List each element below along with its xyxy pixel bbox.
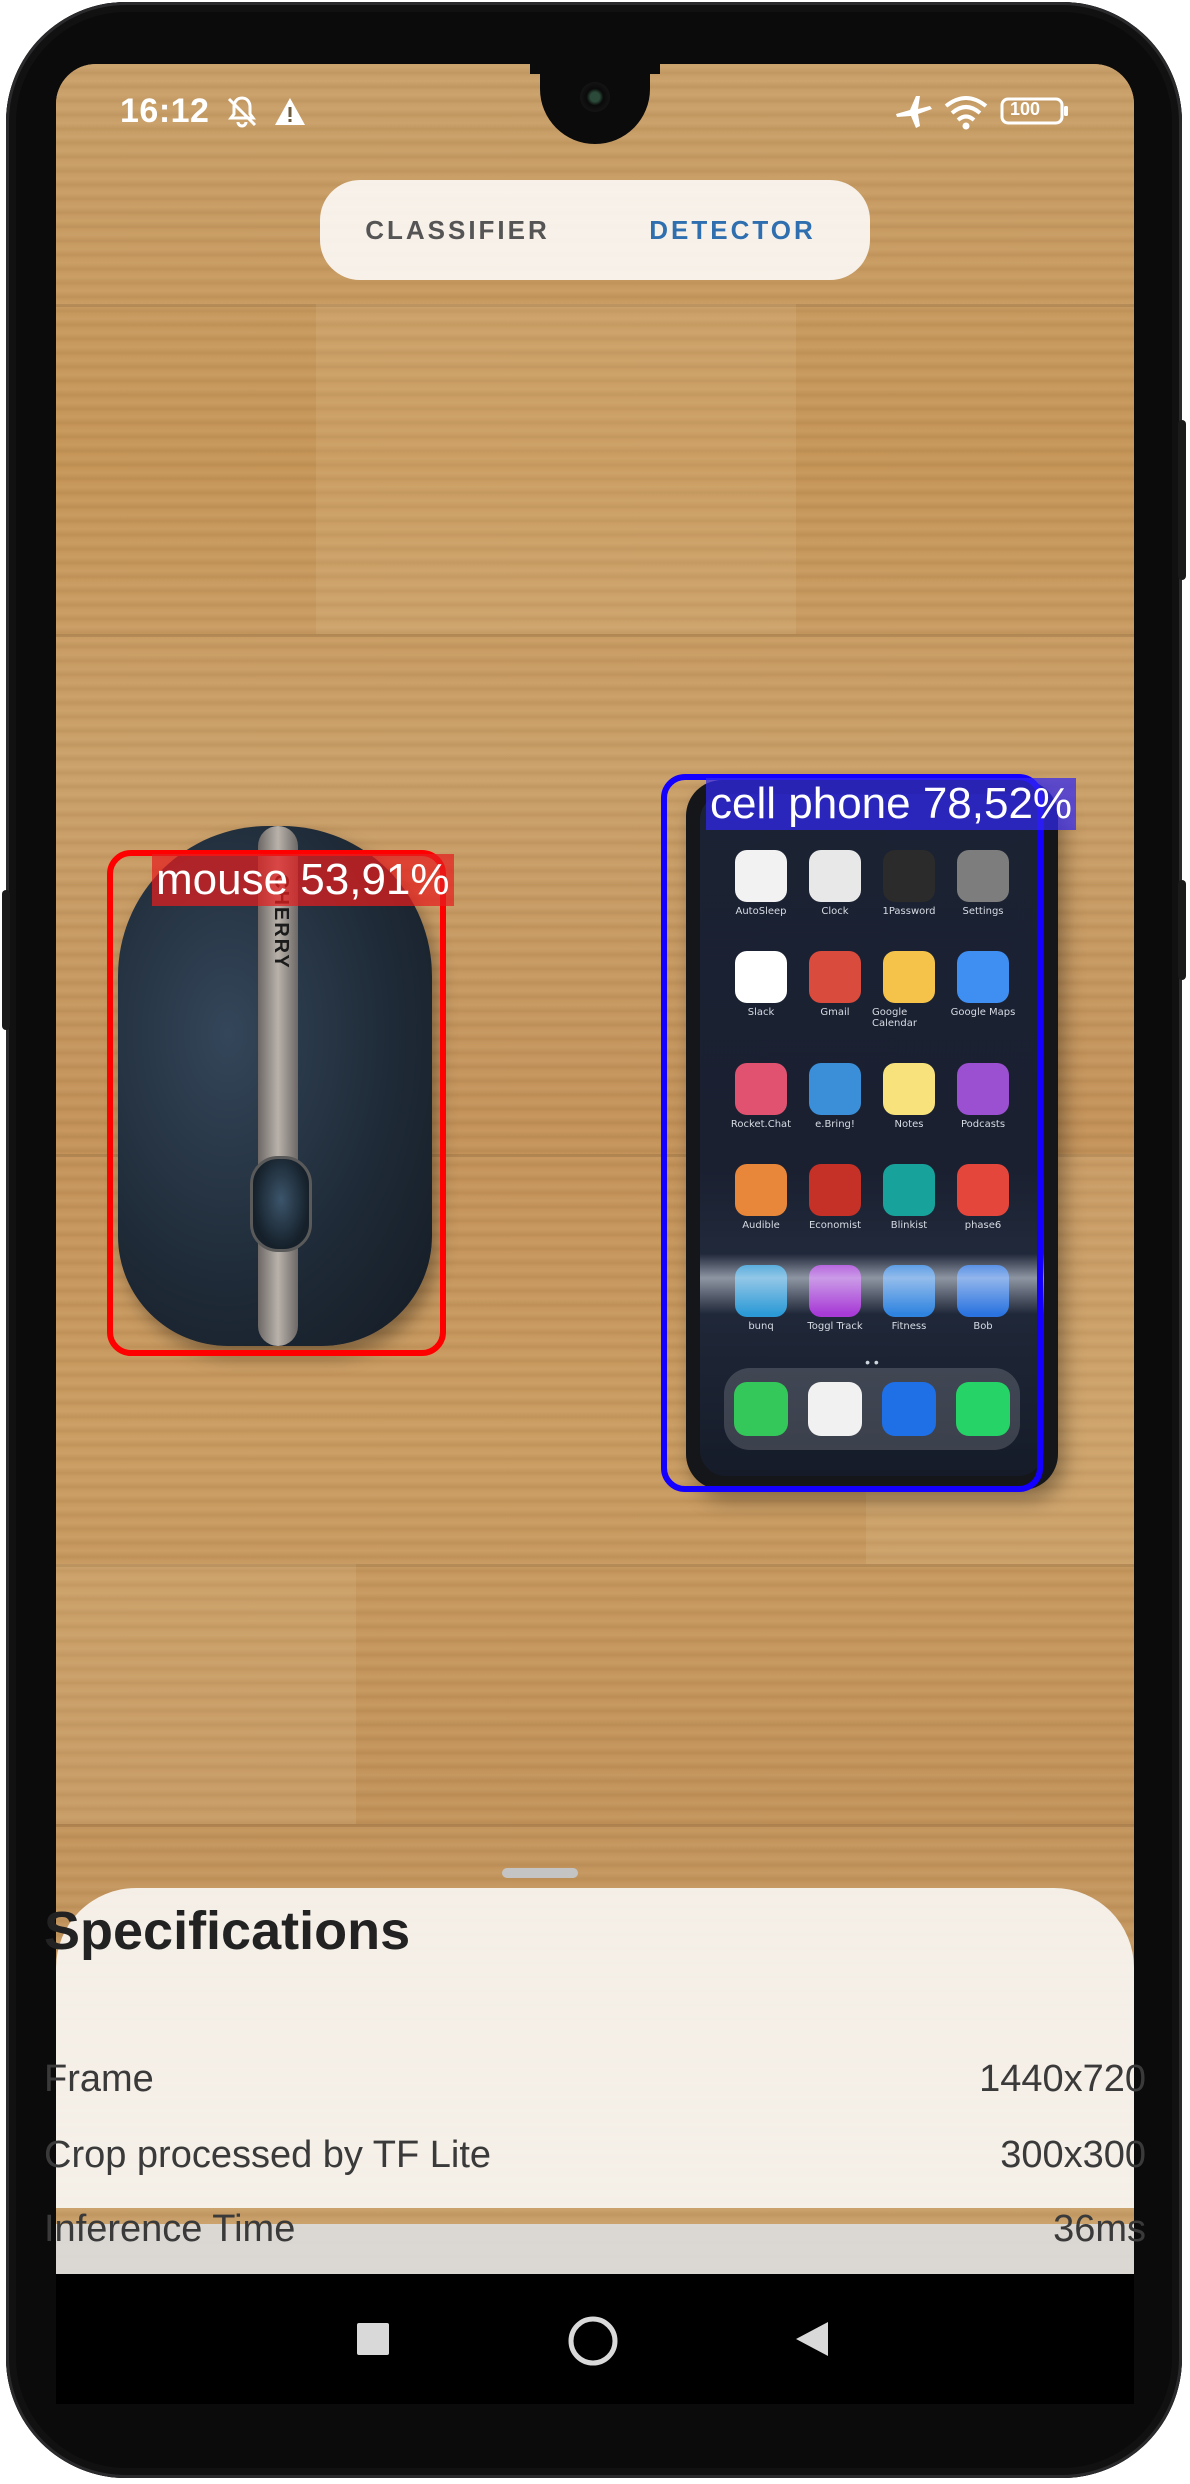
spec-value: 300x300 [1000,2134,1146,2176]
home-circle-icon[interactable] [566,2314,620,2373]
specifications-title: Specifications [44,1901,411,1961]
side-button-left [2,890,10,1030]
tab-detector[interactable]: DETECTOR [595,215,870,246]
plank-seam [56,634,1134,637]
status-bar: 16:12 100 [56,64,1134,160]
detection-label-cell-phone: cell phone 78,52% [706,778,1077,830]
volume-button [1178,880,1186,980]
wifi-icon [944,94,988,135]
status-time: 16:12 [120,92,210,130]
recents-square-icon[interactable] [356,2322,390,2361]
spec-label: Frame [44,2058,154,2100]
plank-seam [56,1824,1134,1827]
spec-label: Crop processed by TF Lite [44,2134,492,2176]
back-triangle-icon[interactable] [794,2320,830,2363]
navigation-bar [56,2274,1134,2404]
plank-highlight [316,304,796,634]
plank-highlight [56,1564,356,1824]
warning-icon [272,94,308,135]
detection-label-mouse: mouse 53,91% [152,854,454,906]
spec-value: 36ms [1053,2208,1146,2250]
spec-value: 1440x720 [979,2058,1146,2100]
detection-box-cell-phone [661,774,1043,1492]
spec-label: Inference Time [44,2208,296,2250]
sheet-drag-handle[interactable] [502,1868,578,1878]
battery-icon: 100 [1000,96,1070,131]
power-button [1178,420,1186,580]
tab-classifier[interactable]: CLASSIFIER [320,215,595,246]
detection-box-mouse [107,850,446,1356]
notifications-off-icon [224,94,260,135]
airplane-mode-icon [894,94,934,135]
front-camera-icon [580,82,610,112]
mode-toggle[interactable]: CLASSIFIER DETECTOR [320,180,870,280]
battery-level: 100 [1010,99,1041,119]
